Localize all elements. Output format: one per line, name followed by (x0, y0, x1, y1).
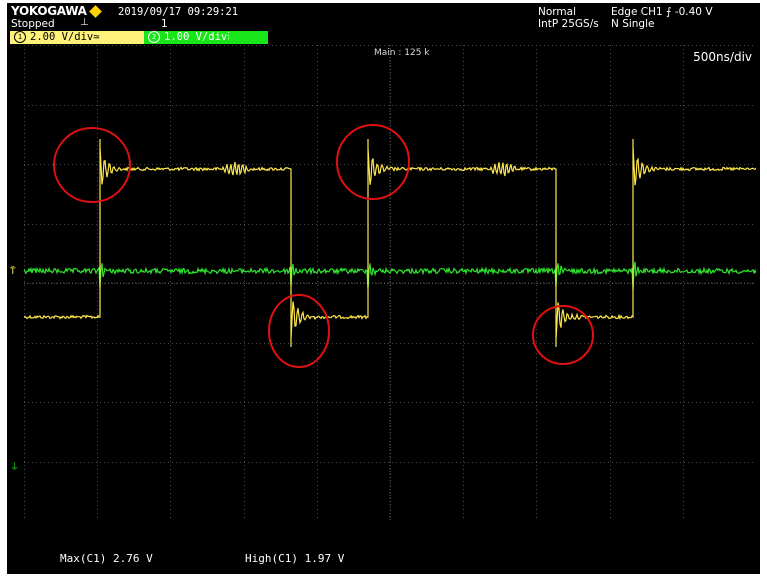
ground-reference-icon: ⏚ (10, 463, 20, 473)
channel-2-vdiv: 1.00 V/div (164, 31, 228, 43)
status-header: YOKOGAWA 2019/09/17 09:29:21 Stopped ⊥ 1… (7, 3, 760, 45)
measurement-max: Max(C1) 2.76 V (60, 552, 153, 565)
channel-1-scale[interactable]: 1 2.00 V/div≃ (10, 31, 144, 44)
highlight-circle (532, 305, 594, 365)
oscilloscope-screen: YOKOGAWA 2019/09/17 09:29:21 Stopped ⊥ 1… (7, 3, 760, 574)
trigger-position-icon: ⊥ (80, 17, 89, 28)
acquisition-count: 1 (161, 18, 168, 30)
trigger-mode: N Single (611, 18, 655, 30)
channel-2-coupling-icon: ⫶ (227, 31, 230, 43)
channel-1-vdiv: 2.00 V/div (30, 31, 94, 43)
brand-logo: YOKOGAWA (11, 4, 87, 18)
highlight-circle (268, 294, 330, 368)
channel-2-scale[interactable]: 2 1.00 V/div⫶ (144, 31, 268, 44)
screenshot-frame: YOKOGAWA 2019/09/17 09:29:21 Stopped ⊥ 1… (0, 0, 767, 577)
record-length-label: Main : 125 k (374, 48, 430, 58)
channel-1-number: 1 (14, 31, 26, 43)
sample-rate: IntP 25GS/s (538, 18, 599, 30)
waveform-canvas (24, 45, 756, 521)
waveform-plot-area[interactable]: Main : 125 k 500ns/div (24, 45, 756, 521)
acquisition-mode: Normal (538, 6, 576, 18)
highlight-annotations (53, 124, 594, 368)
timebase-readout: 500ns/div (693, 50, 752, 64)
channel-2-number: 2 (148, 31, 160, 43)
graticule (24, 45, 756, 521)
trigger-level-icon: T̄ (10, 267, 16, 277)
acquisition-status: Stopped (11, 18, 55, 30)
brand-diamond-icon (89, 5, 102, 18)
measurement-high: High(C1) 1.97 V (245, 552, 345, 565)
channel-1-coupling-icon: ≃ (93, 31, 100, 43)
datetime-readout: 2019/09/17 09:29:21 (118, 6, 239, 18)
trigger-settings: Edge CH1 ⨍ -0.40 V (611, 6, 713, 18)
